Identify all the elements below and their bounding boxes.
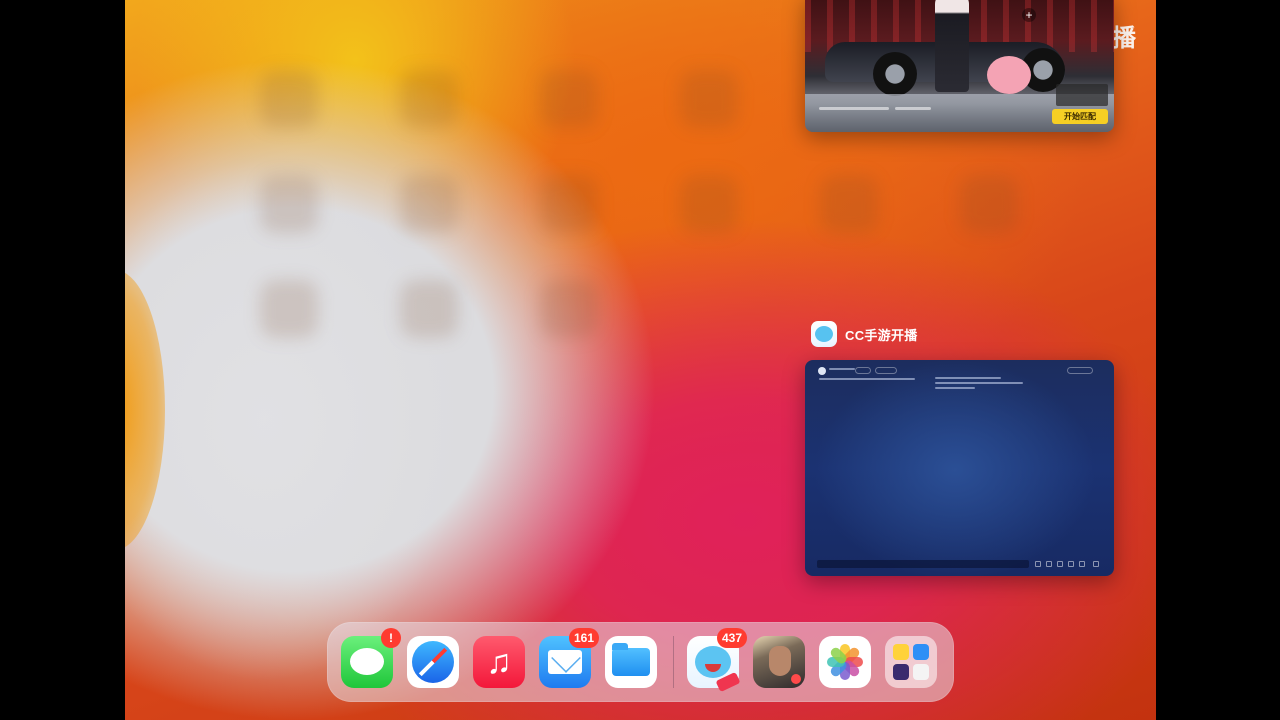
add-friend-button[interactable]: + <box>1022 8 1036 22</box>
blurred-home-icon <box>540 175 598 233</box>
pig-mascot <box>987 56 1031 94</box>
dock: ! ♫ 161 437 <box>327 622 954 702</box>
game-status-text <box>819 107 889 110</box>
app-card-cc-live[interactable] <box>805 360 1114 576</box>
blurred-home-icon <box>400 70 458 128</box>
cc-header-pill <box>855 367 871 374</box>
music-icon[interactable]: ♫ <box>473 636 525 688</box>
cc-header-pill <box>875 367 897 374</box>
notification-badge: ! <box>381 628 401 648</box>
app-folder-icon[interactable] <box>885 636 937 688</box>
cc-app-icon <box>811 321 837 347</box>
app-card-label: CC手游开播 <box>811 321 918 347</box>
mini-reminders-icon <box>913 664 929 680</box>
cc-tool-icon[interactable] <box>1093 561 1099 567</box>
car-wheel <box>873 52 917 96</box>
blurred-home-icon <box>680 175 738 233</box>
game-marker <box>791 674 801 684</box>
cc-header-avatar <box>818 367 826 375</box>
mini-shortcuts-icon <box>893 664 909 680</box>
blurred-home-icon <box>680 70 738 128</box>
cc-tool-icon[interactable] <box>1046 561 1052 567</box>
envelope <box>548 650 582 674</box>
cc-header-pill <box>1067 367 1093 374</box>
files-icon[interactable] <box>605 636 657 688</box>
blurred-home-icon <box>540 70 598 128</box>
cc-mascot-face <box>695 646 731 678</box>
cc-tool-icon[interactable] <box>1068 561 1074 567</box>
safari-icon[interactable] <box>407 636 459 688</box>
blurred-home-icon <box>400 280 458 338</box>
dock-separator <box>673 636 674 688</box>
cc-message-line <box>819 378 915 380</box>
cc-tool-icon[interactable] <box>1035 561 1041 567</box>
photos-icon[interactable] <box>819 636 871 688</box>
blurred-home-icon <box>540 280 598 338</box>
speech-bubble <box>350 648 384 675</box>
game-character <box>769 646 791 676</box>
cc-live-icon[interactable]: 437 <box>687 628 747 693</box>
game-status-text <box>895 107 931 110</box>
game-icon[interactable] <box>753 636 805 688</box>
cc-message-line <box>935 387 975 389</box>
start-match-button[interactable]: 开始匹配 <box>1052 109 1108 124</box>
cc-message-line <box>935 377 1001 379</box>
notification-badge: 161 <box>568 628 599 648</box>
app-card-name: CC手游开播 <box>845 327 918 343</box>
cc-tool-icon[interactable] <box>1079 561 1085 567</box>
mail-icon[interactable]: 161 <box>539 628 599 688</box>
blurred-home-icon <box>260 280 318 338</box>
notification-badge: 437 <box>716 628 747 648</box>
cc-header-text <box>829 368 855 370</box>
blurred-home-icon <box>260 175 318 233</box>
mini-tips-icon <box>893 644 909 660</box>
blurred-home-icon <box>400 175 458 233</box>
messages-icon[interactable]: ! <box>341 628 401 688</box>
team-panel <box>1056 84 1108 106</box>
cc-message-line <box>935 382 1023 384</box>
wallpaper-orange-accent <box>125 270 165 550</box>
mini-app-store-icon <box>913 644 929 660</box>
blurred-home-icon <box>260 70 318 128</box>
blurred-home-icon <box>960 175 1018 233</box>
app-card-game[interactable]: + 开始匹配 <box>805 0 1114 132</box>
blurred-home-icon <box>820 175 878 233</box>
character-figure <box>935 0 969 92</box>
folder-shape <box>612 643 650 676</box>
cc-tool-icon[interactable] <box>1057 561 1063 567</box>
cc-chat-input[interactable] <box>817 560 1029 568</box>
